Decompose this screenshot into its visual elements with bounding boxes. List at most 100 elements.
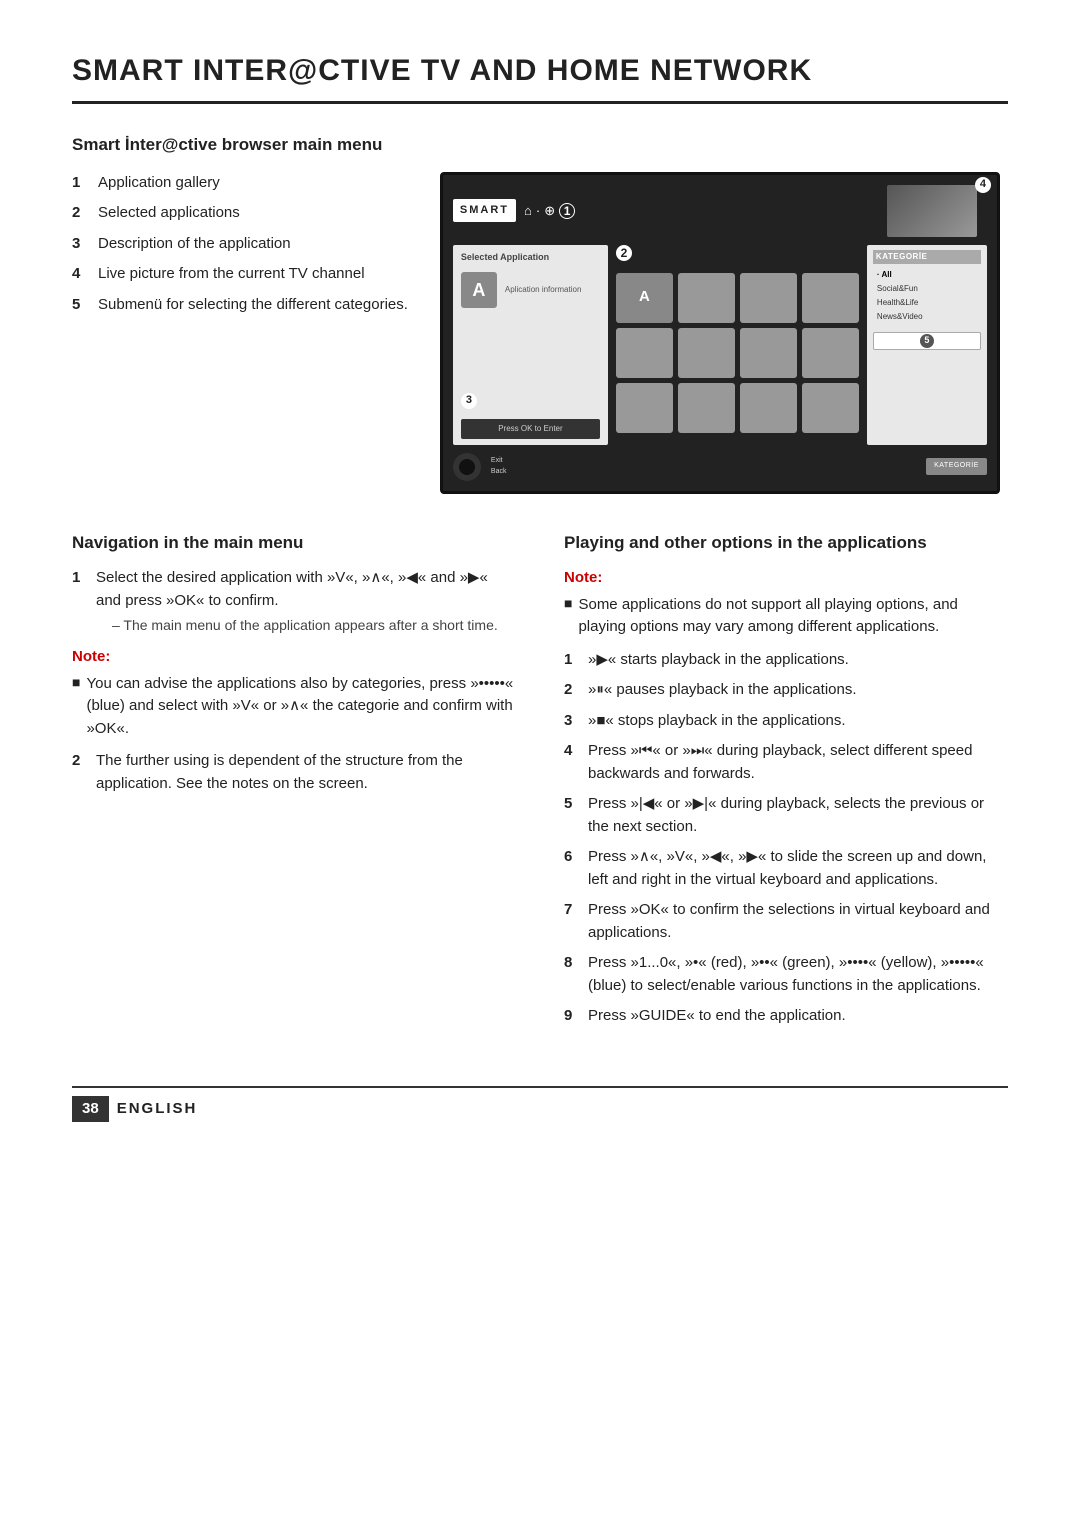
menu-items-list: 1 Application gallery 2 Selected applica… (72, 172, 408, 494)
badge-4: 4 (975, 177, 991, 193)
navigation-list: 1 Select the desired application with »V… (72, 567, 516, 636)
list-item-1: 1 Application gallery (72, 172, 408, 195)
page-number: 38 (72, 1096, 109, 1123)
play-num-7: 7 (564, 899, 580, 944)
list-text-2: Selected applications (98, 202, 240, 225)
play-num-3: 3 (564, 710, 580, 733)
list-text-5: Submenü for selecting the different cate… (98, 294, 408, 317)
tv-icons: ⌂ · ⊕ 1 (524, 201, 575, 221)
list-item-2: 2 Selected applications (72, 202, 408, 225)
badge-2: 2 (616, 245, 632, 261)
playing-list: 1 »▶« starts playback in the application… (564, 649, 1008, 1028)
play-text-8: Press »1...0«, »•« (red), »••« (green), … (588, 952, 1008, 997)
nav-text-2: The further using is dependent of the st… (96, 752, 463, 792)
play-text-6: Press »∧«, »V«, »◀«, »▶« to slide the sc… (588, 846, 1008, 891)
nav-text-1: Select the desired application with »V«,… (96, 569, 488, 609)
play-text-2: »⏸« pauses playback in the applications. (588, 679, 1008, 702)
nav-content-1: Select the desired application with »V«,… (96, 567, 516, 636)
app-cell-3 (802, 273, 859, 323)
playing-note-label: Note: (564, 567, 1008, 590)
app-cell-7 (802, 328, 859, 378)
list-num-5: 5 (72, 294, 90, 317)
badge-5: 5 (920, 334, 934, 348)
main-title: SMART INTER@CTIVE TV AND HOME NETWORK (72, 48, 1008, 104)
badge-3: 3 (461, 393, 477, 409)
kategorie-item-all: · All (873, 268, 981, 282)
app-grid: A (616, 273, 859, 445)
play-text-9: Press »GUIDE« to end the application. (588, 1005, 1008, 1028)
top-section: 1 Application gallery 2 Selected applica… (72, 172, 1008, 494)
navigation-title: Navigation in the main menu (72, 530, 516, 556)
playing-section: Playing and other options in the applica… (564, 530, 1008, 1038)
press-ok-label: Press OK to Enter (498, 423, 562, 435)
playing-note-text: Some applications do not support all pla… (578, 594, 1008, 639)
press-ok-area: Press OK to Enter (461, 419, 600, 439)
play-item-9: 9 Press »GUIDE« to end the application. (564, 1005, 1008, 1028)
nav-subitem-1: – The main menu of the application appea… (96, 615, 516, 636)
nav-num-2: 2 (72, 750, 88, 795)
bottom-sections: Navigation in the main menu 1 Select the… (72, 530, 1008, 1038)
play-text-7: Press »OK« to confirm the selections in … (588, 899, 1008, 944)
list-item-5: 5 Submenü for selecting the different ca… (72, 294, 408, 317)
navigation-note-bullet: ■ You can advise the applications also b… (72, 673, 516, 741)
play-num-1: 1 (564, 649, 580, 672)
back-label: Back (491, 467, 507, 478)
kategorie-item-news: News&Video (873, 310, 981, 324)
kategorie-item-health: Health&Life (873, 296, 981, 310)
app-cell-featured: A (616, 273, 673, 323)
app-cell-10 (740, 383, 797, 433)
navigation-list-2: 2 The further using is dependent of the … (72, 750, 516, 795)
play-text-4: Press »⏮« or »⏭« during playback, select… (588, 740, 1008, 785)
live-picture (887, 185, 977, 237)
play-num-6: 6 (564, 846, 580, 891)
tv-center-top: 2 (616, 245, 859, 261)
navigation-note-block: Note: ■ You can advise the applications … (72, 646, 516, 740)
play-text-1: »▶« starts playback in the applications. (588, 649, 1008, 672)
play-num-8: 8 (564, 952, 580, 997)
app-cell-2 (740, 273, 797, 323)
language-label: ENGLISH (117, 1098, 198, 1121)
navigation-note-text: You can advise the applications also by … (86, 673, 516, 741)
list-num-4: 4 (72, 263, 90, 286)
playing-note-block: Note: ■ Some applications do not support… (564, 567, 1008, 639)
app-cell-9 (678, 383, 735, 433)
list-item-4: 4 Live picture from the current TV chann… (72, 263, 408, 286)
nav-item-1: 1 Select the desired application with »V… (72, 567, 516, 636)
app-cell-5 (678, 328, 735, 378)
tv-logo: SMART (453, 199, 516, 222)
nav-content-2: The further using is dependent of the st… (96, 750, 516, 795)
play-item-8: 8 Press »1...0«, »•« (red), »••« (green)… (564, 952, 1008, 997)
app-info-text: Aplication information (505, 284, 581, 296)
selected-app-label: Selected Application (461, 251, 600, 265)
kategorie-title: KATEGORİE (873, 250, 981, 264)
playing-title: Playing and other options in the applica… (564, 530, 1008, 556)
app-cell-4 (616, 328, 673, 378)
bullet-icon: ■ (72, 673, 80, 741)
nav-item-2: 2 The further using is dependent of the … (72, 750, 516, 795)
badge-1: 1 (559, 203, 575, 219)
app-cell-11 (802, 383, 859, 433)
playing-bullet-icon: ■ (564, 594, 572, 639)
kategorie-box: KATEGORİE · All Social&Fun Health&Life N… (867, 245, 987, 445)
navigation-note-label: Note: (72, 646, 516, 669)
play-item-4: 4 Press »⏮« or »⏭« during playback, sele… (564, 740, 1008, 785)
list-num-3: 3 (72, 233, 90, 256)
tv-right-panel: KATEGORİE · All Social&Fun Health&Life N… (867, 245, 987, 445)
list-text-4: Live picture from the current TV channel (98, 263, 365, 286)
tv-bottom-bar: Exit Back KATEGORİE (453, 453, 987, 481)
kategorie-button: KATEGORİE (926, 458, 987, 475)
dot-icon: · (536, 201, 540, 221)
list-text-1: Application gallery (98, 172, 220, 195)
play-item-3: 3 »■« stops playback in the applications… (564, 710, 1008, 733)
tv-left-panel: Selected Application A Aplication inform… (453, 245, 608, 445)
play-text-5: Press »|◀« or »▶|« during playback, sele… (588, 793, 1008, 838)
nav-num-1: 1 (72, 567, 88, 636)
tv-main-area: Selected Application A Aplication inform… (453, 245, 987, 445)
play-item-2: 2 »⏸« pauses playback in the application… (564, 679, 1008, 702)
tv-top-bar: SMART ⌂ · ⊕ 1 4 (453, 185, 987, 237)
play-item-7: 7 Press »OK« to confirm the selections i… (564, 899, 1008, 944)
exit-label: Exit (491, 456, 507, 467)
tv-screen: SMART ⌂ · ⊕ 1 4 Selected Application A (440, 172, 1000, 494)
play-item-1: 1 »▶« starts playback in the application… (564, 649, 1008, 672)
play-item-5: 5 Press »|◀« or »▶|« during playback, se… (564, 793, 1008, 838)
